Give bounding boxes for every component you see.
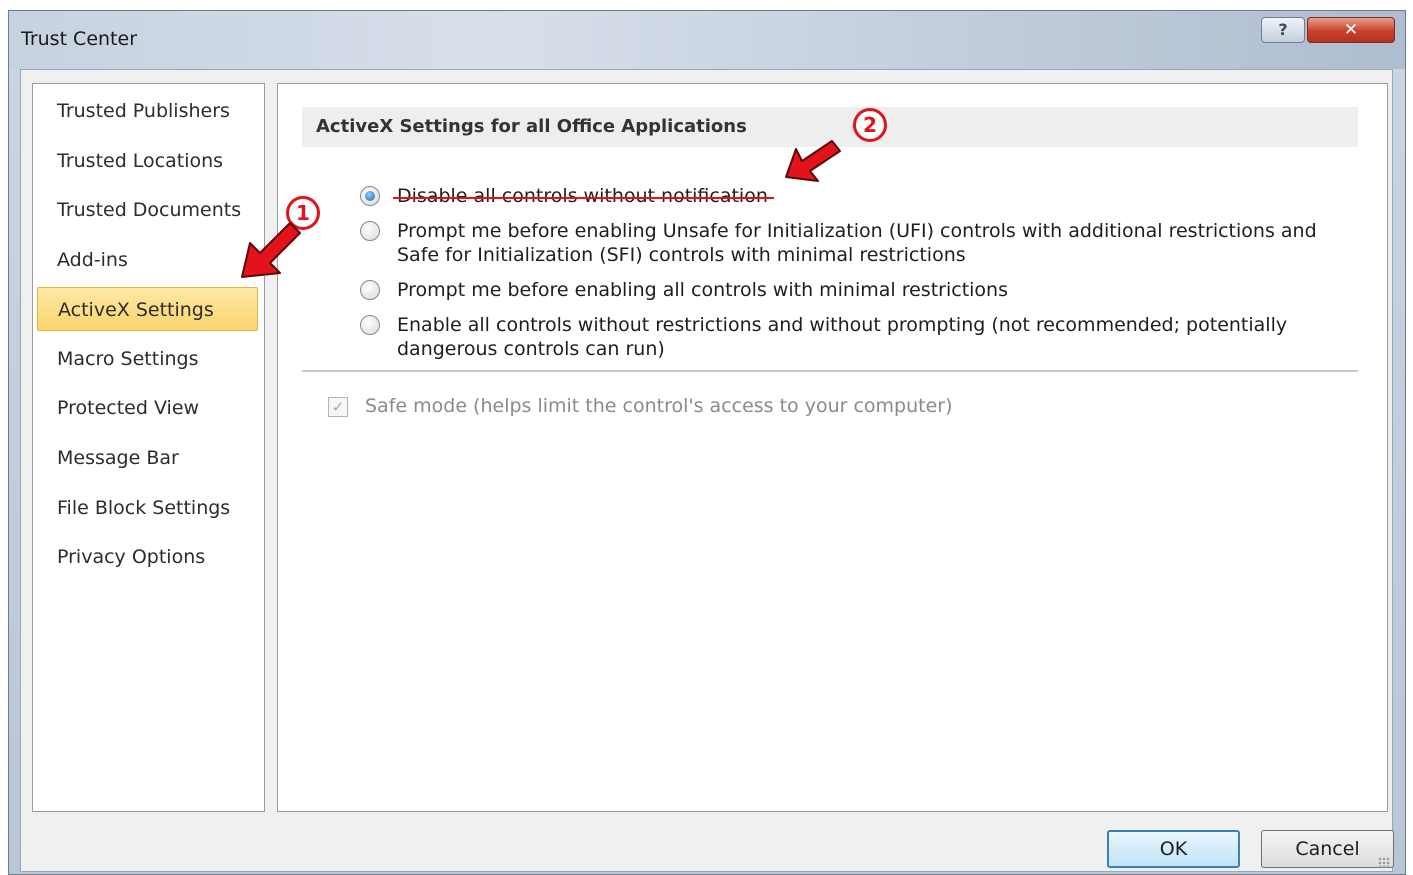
option-line1: Enable all controls without restrictions… [397, 314, 1288, 336]
sidebar-nav: Trusted Publishers Trusted Locations Tru… [32, 83, 265, 812]
radio-option-label: Prompt me before enabling Unsafe for Ini… [397, 219, 1337, 267]
sidebar-item-trusted-documents[interactable]: Trusted Documents [37, 188, 258, 232]
cancel-button[interactable]: Cancel [1261, 830, 1394, 868]
sidebar-item-activex-settings[interactable]: ActiveX Settings [37, 287, 258, 331]
radio-icon[interactable] [360, 186, 380, 206]
sidebar-item-privacy-options[interactable]: Privacy Options [37, 535, 258, 579]
radio-option-label: Enable all controls without restrictions… [397, 313, 1337, 361]
radio-icon[interactable] [360, 221, 380, 241]
radio-icon[interactable] [360, 315, 380, 335]
sidebar-item-message-bar[interactable]: Message Bar [37, 436, 258, 480]
sidebar-item-macro-settings[interactable]: Macro Settings [37, 337, 258, 381]
title-bar[interactable]: Trust Center ? ✕ [9, 11, 1405, 69]
arrow-icon [785, 140, 841, 182]
option-line2: dangerous controls can run) [397, 338, 665, 360]
settings-panel: ActiveX Settings for all Office Applicat… [277, 83, 1388, 812]
checkbox-icon[interactable]: ✓ [328, 397, 348, 417]
close-icon: ✕ [1343, 20, 1359, 40]
radio-option-label: Disable all controls without notificatio… [397, 184, 1337, 208]
option-line2: Safe for Initialization (SFI) controls w… [397, 244, 966, 266]
option-line1: Prompt me before enabling all controls w… [397, 279, 1008, 301]
dialog-client-area: Trusted Publishers Trusted Locations Tru… [20, 69, 1394, 872]
annotation-underline [393, 197, 774, 199]
resize-grip-icon[interactable] [1378, 857, 1390, 869]
sidebar-item-trusted-locations[interactable]: Trusted Locations [37, 139, 258, 183]
sidebar-item-trusted-publishers[interactable]: Trusted Publishers [37, 89, 258, 133]
window-title: Trust Center [21, 28, 138, 50]
radio-icon[interactable] [360, 280, 380, 300]
section-divider [302, 370, 1358, 372]
sidebar-item-file-block-settings[interactable]: File Block Settings [37, 486, 258, 530]
option-line1: Prompt me before enabling Unsafe for Ini… [397, 220, 1317, 242]
arrow-icon [241, 222, 301, 278]
option-line1: Disable all controls without notificatio… [397, 185, 768, 207]
annotation-badge-2: 2 [853, 108, 887, 142]
close-button[interactable]: ✕ [1307, 17, 1395, 43]
radio-option-label: Prompt me before enabling all controls w… [397, 278, 1337, 302]
sidebar-item-protected-view[interactable]: Protected View [37, 386, 258, 430]
sidebar-item-add-ins[interactable]: Add-ins [37, 238, 258, 282]
ok-button[interactable]: OK [1107, 830, 1240, 868]
safe-mode-label: Safe mode (helps limit the control's acc… [365, 395, 953, 417]
help-button[interactable]: ? [1261, 17, 1305, 43]
trust-center-dialog: Trust Center ? ✕ Trusted Publishers Trus… [8, 10, 1406, 875]
help-icon: ? [1278, 20, 1288, 39]
